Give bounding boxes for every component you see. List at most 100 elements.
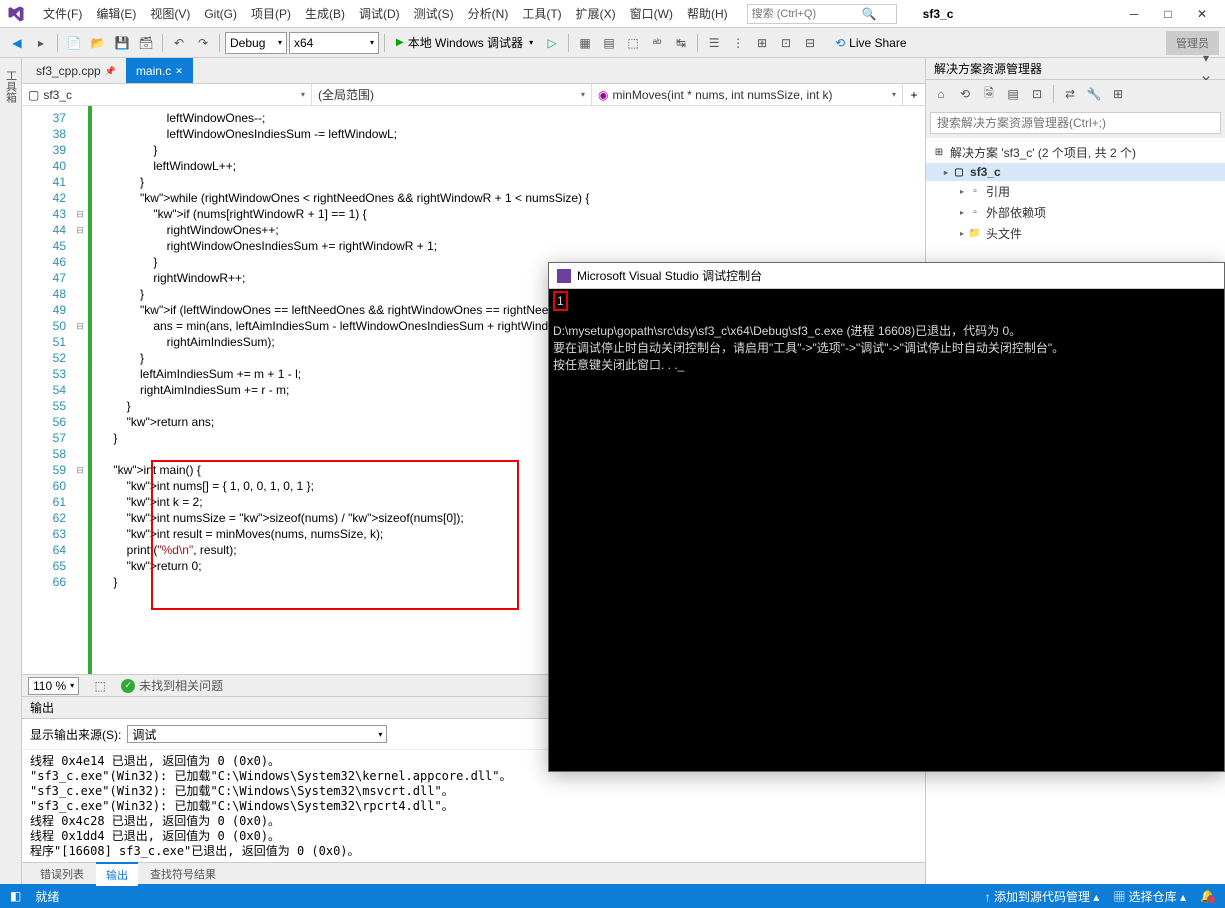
tree-item[interactable]: ▸📁头文件 (926, 223, 1225, 244)
menu-item[interactable]: 项目(P) (244, 1, 298, 26)
toolbar: ◀ ▸ 📄 📂 💾 🗃 ↶ ↷ Debug▾ x64▾ ▶本地 Windows … (0, 28, 1225, 58)
config-combo[interactable]: Debug▾ (225, 32, 287, 54)
menu-item[interactable]: Git(G) (197, 3, 244, 25)
zoom-combo[interactable]: 110 %▾ (28, 677, 79, 695)
menu-item[interactable]: 帮助(H) (680, 1, 735, 26)
save-icon[interactable]: 💾 (111, 32, 133, 54)
menu-item[interactable]: 工具(T) (515, 1, 568, 26)
maximize-button[interactable]: □ (1151, 2, 1185, 26)
status-ready: 就绪 (35, 888, 59, 905)
sol-tb-5[interactable]: ⊡ (1026, 83, 1048, 105)
issues-badge: ✓未找到相关问题 (121, 677, 223, 694)
run-button[interactable]: ▶本地 Windows 调试器▾ (390, 32, 539, 54)
nav-bar: ▢sf3_c▾ (全局范围)▾ ◉minMoves(int * nums, in… (22, 84, 925, 106)
tree-item[interactable]: ▸▫引用 (926, 181, 1225, 202)
tb-icon-6[interactable]: ☰ (703, 32, 725, 54)
tb-icon-3[interactable]: ⬚ (622, 32, 644, 54)
toolbox-tab[interactable]: 工具箱 (1, 64, 21, 109)
tb-icon-4[interactable]: ᵃᵇ (646, 32, 668, 54)
vs-logo-icon (6, 4, 26, 24)
tab-bar: sf3_cpp.cpp📌 main.c✕ (22, 58, 925, 84)
solution-header: 解决方案资源管理器 ▾✕ (926, 58, 1225, 80)
left-strip: 工具箱 (0, 58, 22, 884)
menu-item[interactable]: 生成(B) (298, 1, 352, 26)
solution-toolbar: ⌂ ⟲ 🗟 ▤ ⊡ ⇄ 🔧 ⊞ (926, 80, 1225, 108)
sol-pin-icon[interactable]: ▾ (1195, 47, 1217, 69)
sol-tb-home[interactable]: ⌂ (930, 83, 952, 105)
project-label: sf3_c (909, 7, 968, 21)
tree-item[interactable]: ▸▫外部依赖项 (926, 202, 1225, 223)
sol-tb-8[interactable]: ⊞ (1107, 83, 1129, 105)
solution-search[interactable] (930, 112, 1221, 134)
tb-icon-1[interactable]: ▦ (574, 32, 596, 54)
tab-output[interactable]: 输出 (96, 862, 138, 886)
menu-item[interactable]: 视图(V) (143, 1, 197, 26)
status-repo[interactable]: ▦ 选择仓库 ▴ (1113, 888, 1186, 905)
check-icon: ✓ (121, 679, 135, 693)
nav-project[interactable]: ▢sf3_c▾ (22, 84, 312, 105)
search-input[interactable] (752, 8, 862, 20)
menu-item[interactable]: 测试(S) (407, 1, 461, 26)
close-button[interactable]: ✕ (1185, 2, 1219, 26)
menu-bar: 文件(F)编辑(E)视图(V)Git(G)项目(P)生成(B)调试(D)测试(S… (0, 0, 1225, 28)
output-source-label: 显示输出来源(S): (30, 726, 121, 743)
tab-sf3cpp[interactable]: sf3_cpp.cpp📌 (26, 58, 126, 83)
notification-bell-icon[interactable]: 🔔 (1200, 889, 1215, 903)
console-body[interactable]: 1 D:\mysetup\gopath\src\dsy\sf3_c\x64\De… (549, 289, 1224, 771)
new-icon[interactable]: 📄 (63, 32, 85, 54)
nav-scope[interactable]: (全局范围)▾ (312, 84, 592, 105)
tb-icon-9[interactable]: ⊡ (775, 32, 797, 54)
undo-icon[interactable]: ↶ (168, 32, 190, 54)
sol-tb-2[interactable]: ⟲ (954, 83, 976, 105)
search-icon: 🔍 (862, 7, 876, 21)
sol-tb-wrench[interactable]: 🔧 (1083, 83, 1105, 105)
pin-icon: 📌 (105, 66, 116, 77)
redo-icon[interactable]: ↷ (192, 32, 214, 54)
status-bar: ◧ 就绪 ↑ 添加到源代码管理 ▴ ▦ 选择仓库 ▴ 🔔 (0, 884, 1225, 908)
output-title: 输出 (30, 699, 54, 716)
tree-item[interactable]: ▸▢sf3_c (926, 163, 1225, 181)
platform-combo[interactable]: x64▾ (289, 32, 379, 54)
issues-icon[interactable]: ⬚ (89, 675, 111, 697)
open-icon[interactable]: 📂 (87, 32, 109, 54)
sol-tb-4[interactable]: ▤ (1002, 83, 1024, 105)
tree-root[interactable]: ⊞解决方案 'sf3_c' (2 个项目, 共 2 个) (926, 142, 1225, 163)
sol-tb-3[interactable]: 🗟 (978, 83, 1000, 105)
nav-func[interactable]: ◉minMoves(int * nums, int numsSize, int … (592, 84, 903, 105)
menu-item[interactable]: 文件(F) (36, 1, 89, 26)
line-gutter: 3738394041424344454647484950515253545556… (22, 106, 72, 674)
sol-tb-6[interactable]: ⇄ (1059, 83, 1081, 105)
tab-errors[interactable]: 错误列表 (30, 863, 94, 885)
status-src[interactable]: ↑ 添加到源代码管理 ▴ (985, 888, 1100, 905)
menu-item[interactable]: 编辑(E) (89, 1, 143, 26)
status-ready-icon: ◧ (10, 889, 21, 903)
tb-icon-10[interactable]: ⊟ (799, 32, 821, 54)
debug-console-window: Microsoft Visual Studio 调试控制台 1 D:\myset… (548, 262, 1225, 772)
output-source-combo[interactable]: 调试▾ (127, 725, 387, 743)
menu-item[interactable]: 窗口(W) (623, 1, 680, 26)
console-icon (557, 269, 571, 283)
run-no-debug-icon[interactable]: ▷ (541, 32, 563, 54)
nav-fwd-icon[interactable]: ▸ (30, 32, 52, 54)
search-box[interactable]: 🔍 (747, 4, 897, 24)
solution-icon: ⊞ (932, 146, 946, 160)
tab-mainc[interactable]: main.c✕ (126, 58, 193, 83)
tb-icon-7[interactable]: ⋮ (727, 32, 749, 54)
menu-item[interactable]: 分析(N) (461, 1, 516, 26)
live-share-button[interactable]: ⟲Live Share (827, 32, 914, 54)
save-all-icon[interactable]: 🗃 (135, 32, 157, 54)
tab-findsymbol[interactable]: 查找符号结果 (140, 863, 226, 885)
nav-plus-icon[interactable]: + (903, 84, 925, 105)
console-output-highlight: 1 (553, 291, 568, 311)
tb-icon-8[interactable]: ⊞ (751, 32, 773, 54)
tb-icon-2[interactable]: ▤ (598, 32, 620, 54)
code-margin: ⊟⊟⊟⊟ (72, 106, 92, 674)
close-tab-icon[interactable]: ✕ (175, 66, 183, 77)
console-titlebar[interactable]: Microsoft Visual Studio 调试控制台 (549, 263, 1224, 289)
output-tabs: 错误列表 输出 查找符号结果 (22, 862, 925, 884)
nav-back-icon[interactable]: ◀ (6, 32, 28, 54)
menu-item[interactable]: 调试(D) (352, 1, 407, 26)
tb-icon-5[interactable]: ↹ (670, 32, 692, 54)
minimize-button[interactable]: ─ (1117, 2, 1151, 26)
menu-item[interactable]: 扩展(X) (569, 1, 623, 26)
